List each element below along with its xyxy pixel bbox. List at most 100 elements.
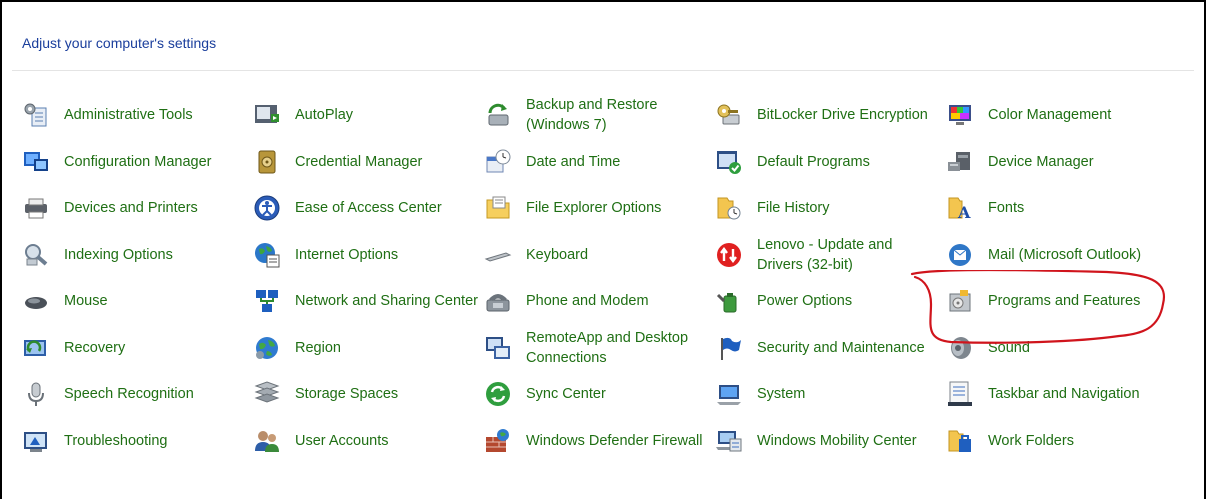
remoteapp-icon	[484, 334, 512, 362]
item-default-programs[interactable]: Default Programs	[715, 139, 940, 185]
file-explorer-options-icon	[484, 194, 512, 222]
item-label: Windows Defender Firewall	[526, 432, 703, 449]
item-label: Mail (Microsoft Outlook)	[988, 246, 1142, 263]
bitlocker-icon	[715, 101, 743, 129]
item-label: Devices and Printers	[64, 200, 198, 216]
item-security-maintenance[interactable]: Security and Maintenance	[715, 325, 940, 371]
item-label: Programs and Features	[988, 293, 1141, 309]
item-label: RemoteApp and Desktop Connections	[526, 329, 689, 366]
item-backup-restore[interactable]: Backup and Restore (Windows 7)	[484, 92, 709, 138]
item-keyboard[interactable]: Keyboard	[484, 232, 709, 278]
item-mail[interactable]: Mail (Microsoft Outlook)	[946, 232, 1191, 278]
item-work-folders[interactable]: Work Folders	[946, 418, 1191, 464]
item-sound[interactable]: Sound	[946, 325, 1191, 371]
item-indexing-options[interactable]: Indexing Options	[22, 232, 247, 278]
item-label: Storage Spaces	[295, 386, 399, 402]
mouse-icon	[22, 287, 50, 315]
item-configuration-manager[interactable]: Configuration Manager	[22, 139, 247, 185]
phone-modem-icon	[484, 287, 512, 315]
item-devices-printers[interactable]: Devices and Printers	[22, 185, 247, 231]
item-phone-modem[interactable]: Phone and Modem	[484, 278, 709, 324]
item-label: Troubleshooting	[64, 432, 168, 449]
item-label: Mouse	[64, 293, 108, 309]
item-user-accounts[interactable]: User Accounts	[253, 418, 478, 464]
item-date-time[interactable]: Date and Time	[484, 139, 709, 185]
windows-firewall-icon	[484, 427, 512, 455]
item-speech-recognition[interactable]: Speech Recognition	[22, 371, 247, 417]
item-recovery[interactable]: Recovery	[22, 325, 247, 371]
sound-icon	[946, 334, 974, 362]
item-label: Taskbar and Navigation	[988, 386, 1140, 402]
item-label: Fonts	[988, 200, 1025, 216]
item-label: Ease of Access Center	[295, 200, 442, 216]
item-label: Color Management	[988, 107, 1112, 123]
item-label: Indexing Options	[64, 246, 173, 263]
item-label: File History	[757, 200, 830, 216]
default-programs-icon	[715, 148, 743, 176]
item-file-explorer-options[interactable]: File Explorer Options	[484, 185, 709, 231]
item-color-management[interactable]: Color Management	[946, 92, 1191, 138]
item-internet-options[interactable]: Internet Options	[253, 232, 478, 278]
item-storage-spaces[interactable]: Storage Spaces	[253, 371, 478, 417]
item-sync-center[interactable]: Sync Center	[484, 371, 709, 417]
item-label: Date and Time	[526, 153, 621, 170]
item-label: Sync Center	[526, 386, 606, 402]
item-fonts[interactable]: A Fonts	[946, 185, 1191, 231]
item-network-sharing[interactable]: Network and Sharing Center	[253, 278, 478, 324]
device-manager-icon	[946, 148, 974, 176]
item-credential-manager[interactable]: Credential Manager	[253, 139, 478, 185]
item-ease-of-access[interactable]: Ease of Access Center	[253, 185, 478, 231]
work-folders-icon	[946, 427, 974, 455]
item-remoteapp[interactable]: RemoteApp and Desktop Connections	[484, 325, 709, 371]
date-time-icon	[484, 148, 512, 176]
item-programs-features[interactable]: Programs and Features	[946, 278, 1191, 324]
page-title: Adjust your computer's settings	[22, 35, 217, 51]
item-label: Keyboard	[526, 246, 589, 263]
item-bitlocker[interactable]: BitLocker Drive Encryption	[715, 92, 940, 138]
color-management-icon	[946, 101, 974, 129]
item-mobility-center[interactable]: Windows Mobility Center	[715, 418, 940, 464]
fonts-icon: A	[946, 194, 974, 222]
keyboard-icon	[484, 241, 512, 269]
mobility-center-icon	[715, 427, 743, 455]
item-mouse[interactable]: Mouse	[22, 278, 247, 324]
backup-restore-icon	[484, 101, 512, 129]
item-power-options[interactable]: Power Options	[715, 278, 940, 324]
indexing-options-icon	[22, 241, 50, 269]
item-administrative-tools[interactable]: Administrative Tools	[22, 92, 247, 138]
item-windows-firewall[interactable]: Windows Defender Firewall	[484, 418, 709, 464]
item-taskbar-navigation[interactable]: Taskbar and Navigation	[946, 371, 1191, 417]
programs-features-icon	[946, 287, 974, 315]
item-troubleshooting[interactable]: Troubleshooting	[22, 418, 247, 464]
item-label: Configuration Manager	[64, 153, 212, 170]
header-divider	[12, 70, 1194, 71]
item-autoplay[interactable]: AutoPlay	[253, 92, 478, 138]
troubleshooting-icon	[22, 427, 50, 455]
storage-spaces-icon	[253, 380, 281, 408]
item-label: Windows Mobility Center	[757, 432, 917, 449]
item-label: Power Options	[757, 293, 853, 309]
region-icon	[253, 334, 281, 362]
item-label: Backup and Restore (Windows 7)	[526, 97, 658, 133]
item-file-history[interactable]: File History	[715, 185, 940, 231]
item-lenovo-update[interactable]: Lenovo - Update and Drivers (32-bit)	[715, 232, 940, 278]
file-history-icon	[715, 194, 743, 222]
control-panel-window: Adjust your computer's settings Administ…	[0, 0, 1206, 499]
item-label: Credential Manager	[295, 153, 423, 170]
svg-text:A: A	[957, 203, 971, 222]
item-label: AutoPlay	[295, 107, 354, 123]
recovery-icon	[22, 334, 50, 362]
item-system[interactable]: System	[715, 371, 940, 417]
user-accounts-icon	[253, 427, 281, 455]
devices-printers-icon	[22, 194, 50, 222]
item-label: File Explorer Options	[526, 200, 662, 216]
item-label: Administrative Tools	[64, 107, 193, 123]
item-label: Work Folders	[988, 432, 1074, 449]
item-label: Lenovo - Update and Drivers (32-bit)	[757, 236, 893, 273]
administrative-tools-icon	[22, 101, 50, 129]
item-label: Internet Options	[295, 246, 399, 263]
lenovo-update-icon	[715, 241, 743, 269]
item-region[interactable]: Region	[253, 325, 478, 371]
power-options-icon	[715, 287, 743, 315]
item-device-manager[interactable]: Device Manager	[946, 139, 1191, 185]
